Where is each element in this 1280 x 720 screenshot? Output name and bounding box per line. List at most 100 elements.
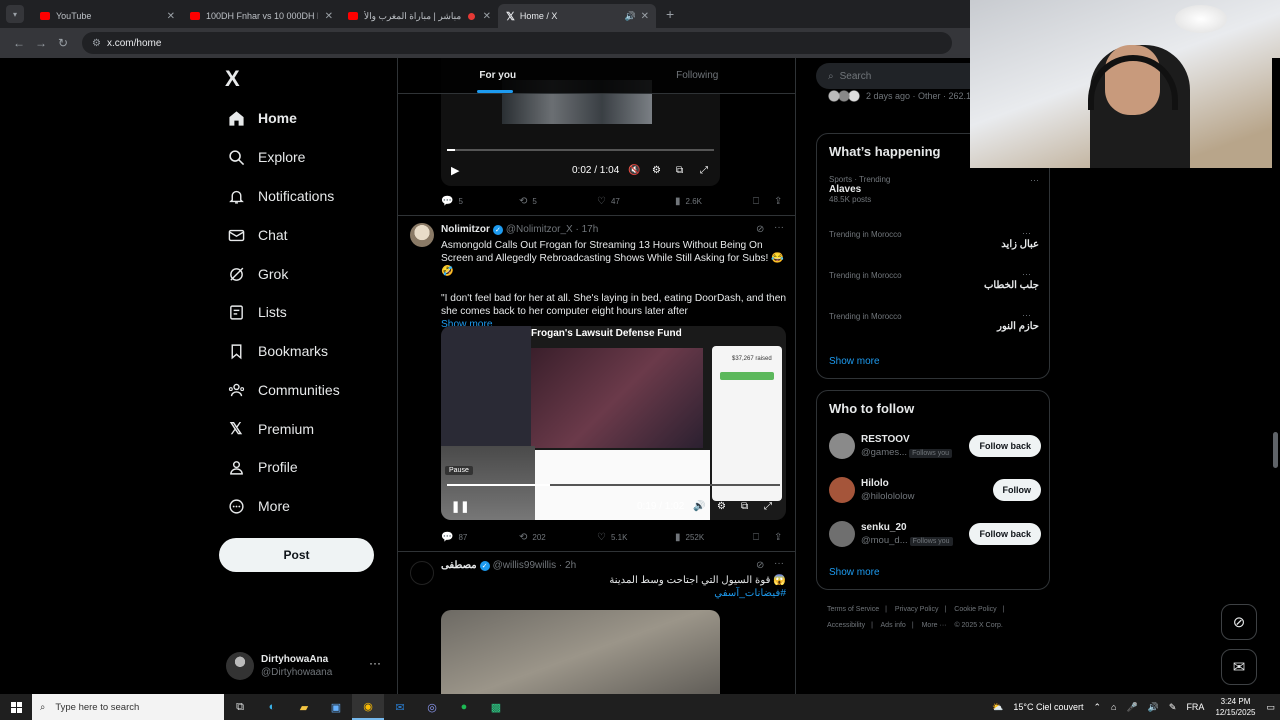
follow-suggestion[interactable]: RESTOOV @games... Follows you Follow back — [829, 431, 1041, 461]
play-icon[interactable]: ▶ — [451, 164, 459, 177]
edge-icon[interactable]: ◐ — [256, 694, 288, 720]
close-tab-icon[interactable]: ✕ — [167, 11, 175, 22]
follow-back-button[interactable]: Follow back — [969, 435, 1041, 457]
nav-home[interactable]: Home — [227, 106, 297, 130]
browser-tab-x-home[interactable]: 𝕏 Home / X 🔊 ✕ — [498, 4, 656, 28]
tweet-time[interactable]: 17h — [582, 224, 599, 235]
mic-icon[interactable]: 🎤 — [1126, 702, 1137, 713]
tab-following[interactable]: Following — [598, 58, 796, 93]
trend-item[interactable]: Trending in Morocco جلب الخطاب ··· — [829, 269, 1039, 291]
footer-link[interactable]: Ads info — [881, 622, 906, 629]
more-options-icon[interactable]: ··· — [1022, 310, 1031, 320]
show-more-link[interactable]: Show more — [829, 567, 880, 578]
author-name[interactable]: مصطفى — [441, 560, 477, 571]
scrollbar-track[interactable] — [1272, 58, 1280, 698]
share-icon[interactable]: ⇪ — [774, 196, 782, 207]
avatar[interactable] — [410, 223, 434, 247]
task-view-icon[interactable]: ⧉ — [224, 694, 256, 720]
bookmark-icon[interactable]: ⎕ — [753, 532, 759, 543]
spotify-icon[interactable]: ● — [448, 694, 480, 720]
nav-chat[interactable]: Chat — [227, 223, 288, 247]
follow-button[interactable]: Follow — [992, 479, 1041, 501]
chevron-up-icon[interactable]: ⌃ — [1093, 702, 1101, 713]
footer-link[interactable]: Cookie Policy — [954, 606, 996, 613]
follow-suggestion[interactable]: senku_20 @mou_d... Follows you Follow bac… — [829, 519, 1041, 549]
outlook-icon[interactable]: ✉ — [384, 694, 416, 720]
tweet-video-player[interactable]: Frogan's Lawsuit Defense Fund $37,267 ra… — [441, 326, 786, 520]
repost-button[interactable]: ⟲ 202 — [519, 532, 546, 543]
notifications-icon[interactable]: ▭ — [1266, 702, 1275, 713]
nav-notifications[interactable]: Notifications — [227, 184, 334, 208]
new-tab-icon[interactable]: + — [666, 6, 674, 22]
chrome-icon[interactable]: ◉ — [352, 694, 384, 720]
close-tab-icon[interactable]: ✕ — [641, 11, 649, 22]
pen-icon[interactable]: ✎ — [1169, 702, 1177, 713]
like-button[interactable]: ♡ 47 — [597, 196, 620, 207]
post-button[interactable]: Post — [219, 538, 374, 572]
hashtag-link[interactable]: #فيضانات_آسفي — [441, 587, 786, 600]
more-options-icon[interactable]: ··· — [369, 656, 381, 670]
close-tab-icon[interactable]: ✕ — [483, 11, 491, 22]
app-icon[interactable]: ▩ — [480, 694, 512, 720]
trend-item[interactable]: Sports · Trending Alaves 48.5K posts ··· — [829, 175, 1039, 204]
more-options-icon[interactable]: ··· — [1022, 228, 1031, 238]
pip-icon[interactable]: ⧉ — [741, 501, 748, 512]
settings-icon[interactable]: ⚙ — [652, 165, 661, 176]
more-options-icon[interactable]: ··· — [774, 558, 784, 569]
volume-icon[interactable]: 🔊 — [1148, 702, 1159, 713]
nav-profile[interactable]: Profile — [227, 455, 298, 479]
avatar[interactable] — [410, 561, 434, 585]
footer-link[interactable]: Terms of Service — [827, 606, 879, 613]
file-explorer-icon[interactable]: ▰ — [288, 694, 320, 720]
author-handle[interactable]: @willis99willis — [493, 560, 557, 571]
trend-item[interactable]: Trending in Morocco حازم النور ··· — [829, 310, 1039, 332]
repost-button[interactable]: ⟲ 5 — [519, 196, 537, 207]
browser-tab-video[interactable]: 100DH Fnhar vs 10 000DH Fnhar ✕ — [182, 4, 340, 28]
forward-icon[interactable]: → — [30, 36, 52, 50]
pause-icon[interactable]: ❚❚ — [451, 500, 469, 513]
fullscreen-icon[interactable]: ⤢ — [764, 501, 772, 512]
reply-button[interactable]: 💬 87 — [441, 532, 467, 543]
scrollbar-thumb[interactable] — [1273, 432, 1278, 468]
discord-icon[interactable]: ◎ — [416, 694, 448, 720]
settings-icon[interactable]: ⚙ — [717, 501, 726, 512]
follow-back-button[interactable]: Follow back — [969, 523, 1041, 545]
volume-muted-icon[interactable]: 🔇 — [628, 165, 640, 176]
more-options-icon[interactable]: ··· — [774, 222, 784, 233]
clock[interactable]: 3:24 PM 12/15/2025 — [1215, 696, 1255, 718]
url-field[interactable]: ⚙ x.com/home — [82, 32, 952, 54]
messages-float-button[interactable]: ✉ — [1221, 649, 1257, 685]
close-tab-icon[interactable]: ✕ — [325, 11, 333, 22]
language-indicator[interactable]: FRA — [1186, 702, 1204, 712]
browser-tab-youtube[interactable]: YouTube ✕ — [32, 4, 182, 28]
nav-lists[interactable]: Lists — [227, 300, 287, 324]
nav-explore[interactable]: Explore — [227, 145, 305, 169]
tweet-time[interactable]: 2h — [565, 560, 576, 571]
grok-float-button[interactable]: ⊘ — [1221, 604, 1257, 640]
pip-icon[interactable]: ⧉ — [676, 165, 683, 176]
fullscreen-icon[interactable]: ⤢ — [700, 165, 708, 176]
grok-icon[interactable]: ⊘ — [756, 560, 764, 571]
taskbar-search[interactable]: ⌕ Type here to search — [32, 694, 224, 720]
reload-icon[interactable]: ↻ — [52, 36, 74, 50]
like-button[interactable]: ♡ 5.1K — [597, 532, 627, 543]
share-icon[interactable]: ⇪ — [774, 532, 782, 543]
store-icon[interactable]: ▣ — [320, 694, 352, 720]
follow-suggestion[interactable]: Hilolo @hilolololow Follow — [829, 475, 1041, 505]
speaker-icon[interactable]: 🔊 — [625, 11, 636, 22]
show-more-link[interactable]: Show more — [829, 356, 880, 367]
volume-icon[interactable]: 🔊 — [693, 501, 705, 512]
grok-icon[interactable]: ⊘ — [756, 224, 764, 235]
nav-communities[interactable]: Communities — [227, 378, 340, 402]
tab-search-icon[interactable]: ▾ — [6, 5, 24, 23]
tweet-media[interactable] — [441, 610, 720, 698]
browser-tab-live[interactable]: بث مباشر | مباراة المغرب والأ ✕ — [340, 4, 498, 28]
back-icon[interactable]: ← — [8, 36, 30, 50]
reply-button[interactable]: 💬 5 — [441, 196, 463, 207]
bookmark-icon[interactable]: ⎕ — [753, 196, 759, 207]
footer-link[interactable]: Accessibility — [827, 622, 865, 629]
start-button[interactable] — [0, 694, 32, 720]
views-button[interactable]: ▮ 2.6K — [675, 196, 702, 207]
author-name[interactable]: Nolimitzor — [441, 224, 490, 235]
nav-more[interactable]: More — [227, 494, 290, 518]
